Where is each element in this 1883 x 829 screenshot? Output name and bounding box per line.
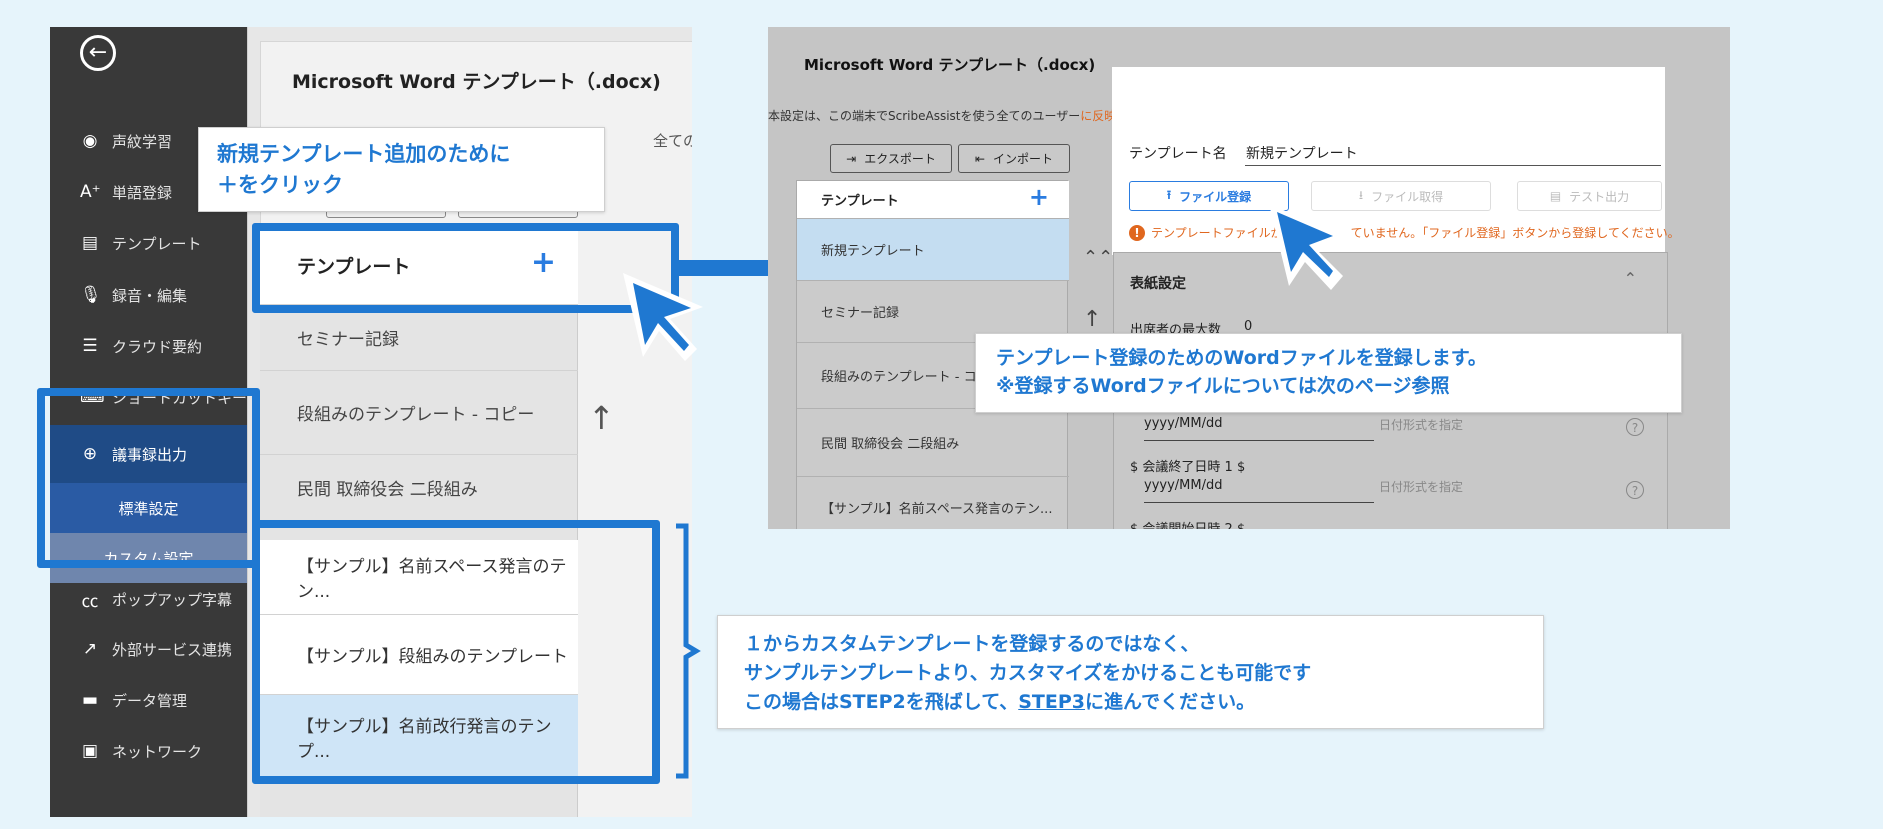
template-icon: ▤ (81, 233, 99, 253)
list-item[interactable]: 民間 取締役会 二段組み (797, 409, 1069, 477)
warning-icon: ! (1129, 224, 1145, 241)
list-header: テンプレート + (797, 181, 1069, 219)
date-format-placeholder[interactable]: 日付形式を指定 (1379, 478, 1463, 495)
attendees-value[interactable]: 0 (1244, 319, 1252, 334)
highlight-sample-items (252, 520, 660, 784)
help-icon[interactable]: ? (1626, 418, 1644, 436)
callout-add-template: 新規テンプレート追加のために ＋をクリック (198, 127, 605, 212)
export-icon: ⇥ (846, 151, 857, 166)
sidebar-item-label: 声紋学習 (112, 132, 173, 151)
import-icon: ⇤ (974, 151, 986, 166)
sidebar-item-label: データ管理 (112, 691, 188, 710)
collapse-icon[interactable]: ⌃ (1624, 269, 1637, 288)
end-time-label: $ 会議終了日時 1 $ (1130, 460, 1246, 475)
sidebar-item-label: ポップアップ字幕 (112, 590, 233, 609)
sidebar-item-label: 録音・編集 (112, 286, 188, 305)
move-up-icon[interactable]: ↑ (1083, 307, 1101, 332)
list-item[interactable]: 段組みのテンプレート - コピー (260, 371, 578, 455)
callout-register-file: テンプレート登録のためのWordファイルを登録します。 ※登録するWordファイ… (975, 333, 1682, 413)
list-item[interactable]: セミナー記録 (260, 305, 578, 371)
sidebar-item-data-management[interactable]: ▬ データ管理 (50, 676, 247, 724)
callout-text: この場合はSTEP2を飛ばして、 (744, 691, 1019, 713)
callout-line: サンプルテンプレートより、カスタマイズをかけることも可能です (744, 662, 1312, 684)
folder-icon: ▬ (81, 690, 99, 710)
description-text: 全てのユーザ (653, 132, 692, 150)
file-fetch-label: ファイル取得 (1371, 189, 1444, 204)
callout-line: テンプレート登録のためのWordファイルを登録します。 (996, 347, 1487, 369)
sidebar-item-label: 外部サービス連携 (112, 640, 233, 659)
callout-sample-info: １からカスタムテンプレートを登録するのではなく、 サンプルテンプレートより、カス… (717, 615, 1544, 729)
list-header-label: テンプレート (821, 194, 899, 209)
warning-message: ! テンプレートファイルが ていません。「ファイル登録」ボタンから登録してください… (1129, 224, 1680, 241)
start-time-label: $ 会議開始日時 2 $ (1130, 518, 1245, 529)
field-underline (1144, 440, 1374, 441)
page-title: Microsoft Word テンプレート（.docx) (292, 71, 661, 93)
network-icon: ▣ (81, 741, 99, 761)
export-button[interactable]: ⇥ エクスポート (830, 144, 952, 173)
date-format-field[interactable]: yyyy/MM/dd (1144, 416, 1222, 431)
test-output-label: テスト出力 (1569, 189, 1630, 204)
sidebar-item-label: ネットワーク (112, 742, 203, 761)
section-header: 表紙設定 (1130, 276, 1186, 292)
import-label: インポート (993, 152, 1054, 166)
back-arrow-icon[interactable]: ← (80, 35, 116, 71)
date-format-field[interactable]: yyyy/MM/dd (1144, 478, 1222, 493)
template-name-input[interactable]: 新規テンプレート (1246, 143, 1358, 163)
file-register-label: ファイル登録 (1179, 189, 1252, 204)
page-title: Microsoft Word テンプレート（.docx) (804, 56, 1096, 74)
right-screenshot: Microsoft Word テンプレート（.docx) 本設定は、この端末でS… (768, 27, 1730, 529)
sidebar-item-popup-caption[interactable]: ㏄ ポップアップ字幕 (50, 575, 247, 623)
move-top-icon[interactable]: ⌃⌃ (1083, 247, 1113, 268)
template-name-label: テンプレート名 (1129, 146, 1227, 162)
date-format-placeholder[interactable]: 日付形式を指定 (1379, 416, 1463, 433)
sidebar-item-label: テンプレート (112, 234, 202, 253)
help-icon[interactable]: ? (1626, 481, 1644, 499)
bracket-icon (676, 523, 701, 779)
callout-text: に進んでください。 (1085, 691, 1256, 713)
upload-icon: ⭱ (1166, 187, 1172, 202)
document-icon: ▤ (1549, 189, 1562, 203)
step3-link[interactable]: STEP3 (1018, 691, 1085, 713)
warning-text: ていません。「ファイル登録」ボタンから登録してください。 (1350, 226, 1680, 240)
callout-line: ＋をクリック (217, 173, 343, 197)
description-main: 本設定は、この端末でScribeAssistを使う全てのユーザー (768, 109, 1081, 123)
callout-line: この場合はSTEP2を飛ばして、STEP3に進んでください。 (744, 688, 1517, 717)
sidebar-item-external-service[interactable]: ↗ 外部サービス連携 (50, 625, 247, 673)
add-template-button[interactable]: + (1029, 183, 1049, 211)
template-dialog: テンプレート名 新規テンプレート ⭱ ファイル登録 ⭳ ファイル取得 ▤ テスト… (1112, 67, 1680, 255)
cloud-summary-icon: ☰ (82, 336, 98, 356)
callout-line: １からカスタムテンプレートを登録するのではなく、 (744, 633, 1200, 655)
cursor-icon (1269, 204, 1345, 290)
voiceprint-icon: ◉ (82, 131, 98, 151)
external-link-icon: ↗ (82, 639, 98, 659)
sidebar-item-label: クラウド要約 (112, 337, 203, 356)
import-button[interactable]: ⇤ インポート (958, 144, 1070, 173)
callout-line: 新規テンプレート追加のために (217, 142, 511, 166)
microphone-icon: 🎙 (80, 285, 102, 305)
sidebar-item-label: 単語登録 (112, 183, 173, 202)
export-label: エクスポート (864, 152, 936, 166)
test-output-button[interactable]: ▤ テスト出力 (1517, 181, 1662, 211)
field-underline (1144, 502, 1374, 503)
list-item[interactable]: 新規テンプレート (797, 219, 1069, 281)
sidebar-item-recording[interactable]: 🎙 録音・編集 (50, 271, 247, 319)
callout-line: ※登録するWordファイルについては次のページ参照 (996, 375, 1450, 397)
word-register-icon: A⁺ (80, 182, 101, 202)
sidebar-item-network[interactable]: ▣ ネットワーク (50, 727, 247, 775)
list-item[interactable]: 【サンプル】名前スペース発言のテン... (797, 477, 1069, 529)
sidebar-item-cloud-summary[interactable]: ☰ クラウド要約 (50, 322, 247, 370)
move-up-icon[interactable]: ↑ (588, 399, 615, 437)
highlight-minutes-export (37, 388, 260, 568)
popup-caption-icon: ㏄ (81, 591, 99, 612)
sidebar-item-template[interactable]: ▤ テンプレート (50, 219, 247, 267)
list-item[interactable]: 民間 取締役会 二段組み (260, 455, 578, 521)
input-underline (1245, 165, 1661, 166)
cursor-icon (623, 273, 703, 361)
